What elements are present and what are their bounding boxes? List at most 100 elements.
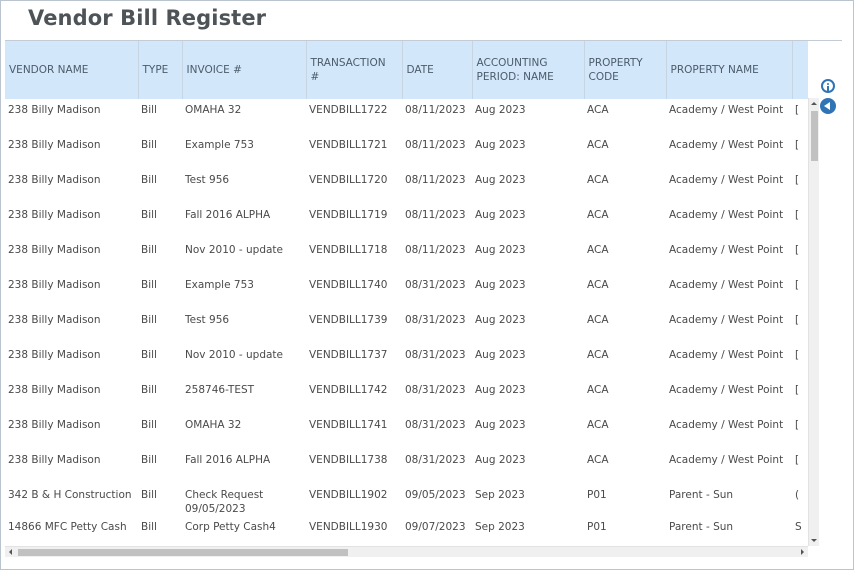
vertical-scroll-thumb[interactable]	[811, 111, 818, 161]
cell-accounting-period: Aug 2023	[475, 314, 526, 326]
table-row[interactable]: 238 Billy Madison Bill Test 956 VENDBILL173…	[5, 309, 808, 344]
cell-property-name: Academy / West Point	[669, 279, 784, 291]
column-header-transaction-number[interactable]: TRANSACTION #	[305, 41, 402, 99]
cell-date: 08/11/2023	[405, 139, 466, 151]
cell-property-code: ACA	[587, 244, 609, 256]
cell-overflow: [	[795, 454, 800, 466]
cell-invoice-number: Example 753	[185, 279, 254, 291]
scroll-left-arrow-icon[interactable]	[5, 547, 16, 558]
cell-date: 08/11/2023	[405, 209, 466, 221]
table-row[interactable]: 238 Billy Madison Bill Nov 2010 - update VE…	[5, 239, 808, 274]
info-icon[interactable]	[821, 79, 835, 93]
scroll-right-arrow-icon[interactable]	[797, 547, 808, 558]
cell-vendor-name: 238 Billy Madison	[8, 349, 101, 361]
cell-date: 08/11/2023	[405, 104, 466, 116]
cell-invoice-number: Fall 2016 ALPHA	[185, 209, 271, 221]
table-row[interactable]: 238 Billy Madison Bill Example 753 VENDBILL…	[5, 134, 808, 169]
cell-type: Bill	[141, 209, 157, 221]
cell-transaction-number: VENDBILL1739	[309, 314, 388, 326]
cell-accounting-period: Sep 2023	[475, 489, 525, 501]
cell-transaction-number: VENDBILL1738	[309, 454, 388, 466]
cell-property-name: Academy / West Point	[669, 384, 784, 396]
table-row[interactable]: 238 Billy Madison Bill Nov 2010 - update VE…	[5, 344, 808, 379]
cell-type: Bill	[141, 174, 157, 186]
cell-property-code: ACA	[587, 279, 609, 291]
table-row[interactable]: 238 Billy Madison Bill OMAHA 32 VENDBILL174…	[5, 414, 808, 449]
cell-vendor-name: 238 Billy Madison	[8, 419, 101, 431]
cell-type: Bill	[141, 104, 157, 116]
cell-date: 09/05/2023	[405, 489, 466, 501]
cell-invoice-number: 258746-TEST	[185, 384, 255, 396]
cell-date: 08/31/2023	[405, 279, 466, 291]
page-title: Vendor Bill Register	[28, 6, 267, 30]
cell-transaction-number: VENDBILL1718	[309, 244, 388, 256]
cell-invoice-number: OMAHA 32	[185, 104, 242, 116]
cell-invoice-number: Test 956	[185, 314, 230, 326]
cell-accounting-period: Aug 2023	[475, 209, 526, 221]
cell-overflow: [	[795, 419, 800, 431]
cell-accounting-period: Aug 2023	[475, 104, 526, 116]
cell-property-code: ACA	[587, 139, 609, 151]
column-header-overflow[interactable]	[791, 41, 808, 99]
cell-transaction-number: VENDBILL1719	[309, 209, 388, 221]
cell-property-code: ACA	[587, 419, 609, 431]
cell-overflow: [	[795, 314, 800, 326]
cell-type: Bill	[141, 244, 157, 256]
cell-vendor-name: 238 Billy Madison	[8, 384, 101, 396]
cell-property-code: ACA	[587, 314, 609, 326]
cell-date: 08/31/2023	[405, 454, 466, 466]
cell-vendor-name: 342 B & H Construction	[8, 489, 132, 501]
cell-transaction-number: VENDBILL1720	[309, 174, 388, 186]
cell-accounting-period: Aug 2023	[475, 349, 526, 361]
vertical-scrollbar[interactable]	[808, 98, 819, 546]
cell-property-name: Academy / West Point	[669, 139, 784, 151]
cell-property-name: Academy / West Point	[669, 419, 784, 431]
cell-transaction-number: VENDBILL1902	[309, 489, 388, 501]
horizontal-scroll-thumb[interactable]	[18, 549, 348, 556]
scroll-up-arrow-icon[interactable]	[809, 98, 820, 109]
cell-property-name: Academy / West Point	[669, 104, 784, 116]
table-row[interactable]: 238 Billy Madison Bill Test 956 VENDBILL172…	[5, 169, 808, 204]
cell-date: 08/11/2023	[405, 244, 466, 256]
cell-type: Bill	[141, 384, 157, 396]
cell-property-name: Academy / West Point	[669, 454, 784, 466]
cell-accounting-period: Aug 2023	[475, 419, 526, 431]
column-header-type[interactable]: TYPE	[137, 41, 182, 99]
column-header-property-name[interactable]: PROPERTY NAME	[665, 41, 792, 99]
column-header-invoice-number[interactable]: INVOICE #	[181, 41, 306, 99]
cell-type: Bill	[141, 454, 157, 466]
chevron-left-icon[interactable]	[820, 98, 836, 114]
cell-property-name: Academy / West Point	[669, 174, 784, 186]
column-header-accounting-period[interactable]: ACCOUNTING PERIOD: NAME	[471, 41, 584, 99]
cell-transaction-number: VENDBILL1740	[309, 279, 388, 291]
cell-vendor-name: 238 Billy Madison	[8, 174, 101, 186]
cell-accounting-period: Aug 2023	[475, 454, 526, 466]
scroll-down-arrow-icon[interactable]	[809, 535, 820, 546]
cell-overflow: [	[795, 104, 800, 116]
cell-invoice-number: Nov 2010 - update	[185, 244, 284, 256]
cell-invoice-number: Test 956	[185, 174, 230, 186]
table-header-row: VENDOR NAME TYPE INVOICE # TRANSACTION # DAT…	[5, 41, 808, 99]
table-row[interactable]: 238 Billy Madison Bill Example 753 VENDBILL…	[5, 274, 808, 309]
cell-property-code: ACA	[587, 384, 609, 396]
cell-vendor-name: 238 Billy Madison	[8, 244, 101, 256]
table-row[interactable]: 238 Billy Madison Bill OMAHA 32 VENDBILL172…	[5, 99, 808, 134]
cell-vendor-name: 238 Billy Madison	[8, 314, 101, 326]
cell-type: Bill	[141, 314, 157, 326]
column-header-vendor-name[interactable]: VENDOR NAME	[5, 41, 138, 99]
cell-type: Bill	[141, 419, 157, 431]
table-row[interactable]: 238 Billy Madison Bill Fall 2016 ALPHA VEND…	[5, 449, 808, 484]
cell-vendor-name: 238 Billy Madison	[8, 139, 101, 151]
table-row[interactable]: 342 B & H Construction Bill Check Request …	[5, 484, 808, 516]
table-row[interactable]: 238 Billy Madison Bill 258746-TEST VENDBILL…	[5, 379, 808, 414]
column-header-property-code[interactable]: PROPERTY CODE	[583, 41, 666, 99]
cell-type: Bill	[141, 279, 157, 291]
cell-accounting-period: Aug 2023	[475, 384, 526, 396]
cell-date: 08/31/2023	[405, 349, 466, 361]
cell-date: 08/31/2023	[405, 384, 466, 396]
cell-transaction-number: VENDBILL1742	[309, 384, 388, 396]
table-row[interactable]: 238 Billy Madison Bill Fall 2016 ALPHA VEND…	[5, 204, 808, 239]
horizontal-scrollbar[interactable]	[5, 546, 808, 557]
column-header-date[interactable]: DATE	[401, 41, 472, 99]
cell-property-name: Academy / West Point	[669, 244, 784, 256]
